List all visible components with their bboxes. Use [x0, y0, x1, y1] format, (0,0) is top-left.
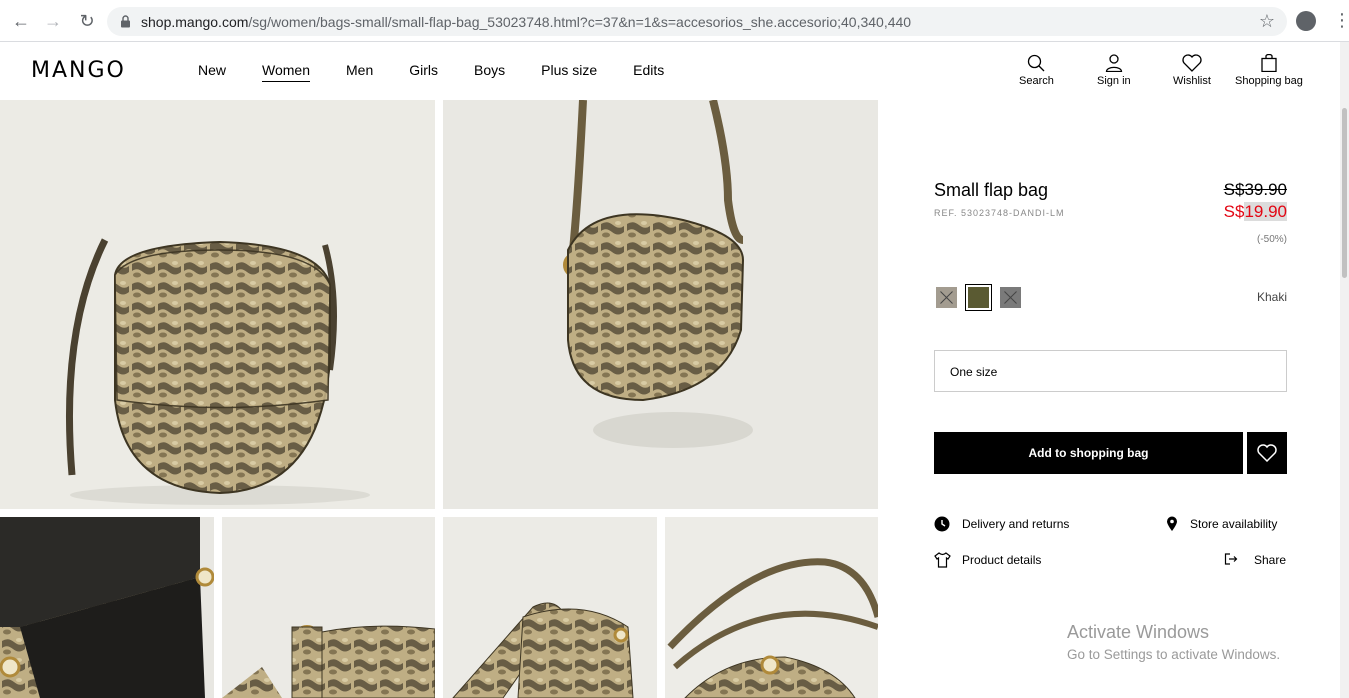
wishlist-label: Wishlist [1173, 75, 1211, 87]
bag-front-illustration [66, 238, 370, 505]
share-label: Share [1254, 553, 1287, 567]
forward-arrow-icon[interactable]: → [43, 11, 63, 31]
product-reference: REF. 53023748-DANDI-LM [934, 208, 1065, 218]
nav-girls[interactable]: Girls [409, 62, 438, 82]
location-pin-icon [1167, 516, 1177, 531]
color-swatch-grey[interactable] [1000, 287, 1021, 308]
bag-back-illustration [452, 602, 634, 698]
sale-price: S$19.90 [1224, 202, 1287, 222]
bag-interior-illustration [0, 517, 214, 698]
color-swatch-beige[interactable] [936, 287, 957, 308]
bag-strap-illustration [667, 558, 878, 698]
nav-new[interactable]: New [198, 62, 226, 82]
color-swatches [936, 284, 1032, 311]
delivery-returns-label: Delivery and returns [962, 517, 1070, 531]
lock-icon [121, 15, 130, 28]
windows-activation-subtitle: Go to Settings to activate Windows. [1067, 647, 1281, 662]
address-bar[interactable]: shop.mango.com/sg/women/bags-small/small… [107, 7, 1287, 36]
product-photo-interior[interactable] [0, 517, 214, 698]
color-swatch-khaki[interactable] [965, 284, 992, 311]
share-icon [1224, 553, 1238, 565]
heart-icon [1257, 444, 1277, 462]
original-price: S$39.90 [1223, 180, 1287, 199]
site-header: MANGO New Women Men Girls Boys Plus size… [0, 42, 1340, 100]
nav-edits[interactable]: Edits [633, 62, 664, 82]
nav-plus-size[interactable]: Plus size [541, 62, 597, 82]
url-path: /sg/women/bags-small/small-flap-bag_5302… [248, 14, 912, 30]
user-icon [1105, 54, 1122, 72]
reload-icon[interactable]: ↻ [77, 11, 97, 31]
sale-price-currency: S$ [1223, 202, 1245, 221]
main-navigation: New Women Men Girls Boys Plus size Edits [198, 62, 700, 82]
product-photo-front[interactable] [0, 100, 435, 509]
sale-price-amount: 19.90 [1244, 202, 1287, 221]
product-photo-closeup[interactable] [222, 517, 435, 698]
nav-women[interactable]: Women [262, 62, 310, 82]
search-label: Search [1019, 75, 1054, 87]
search-icon [1028, 54, 1045, 72]
product-photo-side[interactable] [443, 100, 878, 509]
tshirt-icon [934, 552, 951, 568]
back-arrow-icon[interactable]: ← [11, 11, 31, 31]
heart-icon [1182, 54, 1202, 72]
wishlist-button-header[interactable]: Wishlist [1173, 54, 1211, 87]
scrollbar-thumb[interactable] [1342, 108, 1347, 278]
sign-in-label: Sign in [1097, 75, 1131, 87]
sign-in-button[interactable]: Sign in [1097, 54, 1131, 87]
discount-label: (-50%) [1256, 234, 1287, 245]
selected-color-name: Khaki [1256, 290, 1287, 304]
url-host: shop.mango.com [141, 14, 249, 30]
product-title: Small flap bag [934, 180, 1049, 200]
search-button[interactable]: Search [1019, 54, 1054, 87]
shopping-bag-label: Shopping bag [1235, 75, 1303, 87]
browser-menu-icon[interactable]: ⋮ [1333, 10, 1349, 30]
size-value: One size [950, 365, 998, 379]
nav-men[interactable]: Men [346, 62, 373, 82]
clock-icon [934, 516, 950, 532]
shopping-bag-icon [1261, 54, 1277, 72]
shopping-bag-button[interactable]: Shopping bag [1235, 54, 1303, 87]
mango-logo[interactable]: MANGO [31, 58, 126, 83]
nav-boys[interactable]: Boys [474, 62, 505, 82]
bag-side-illustration [563, 100, 753, 448]
size-selector[interactable]: One size [934, 350, 1287, 392]
windows-activation-title: Activate Windows [1067, 622, 1210, 642]
product-photo-back[interactable] [443, 517, 657, 698]
browser-toolbar: ← → ↻ shop.mango.com/sg/women/bags-small… [0, 0, 1349, 42]
product-photo-strap[interactable] [665, 517, 878, 698]
product-details-label: Product details [962, 553, 1042, 567]
add-to-bag-button[interactable]: Add to shopping bag [934, 432, 1243, 474]
bookmark-star-icon[interactable]: ☆ [1259, 12, 1275, 30]
add-to-wishlist-button[interactable] [1247, 432, 1287, 474]
url-text[interactable]: shop.mango.com/sg/women/bags-small/small… [141, 14, 911, 30]
bag-closeup-illustration [222, 625, 435, 698]
profile-avatar-icon[interactable] [1296, 11, 1316, 31]
store-availability-label: Store availability [1190, 517, 1278, 531]
